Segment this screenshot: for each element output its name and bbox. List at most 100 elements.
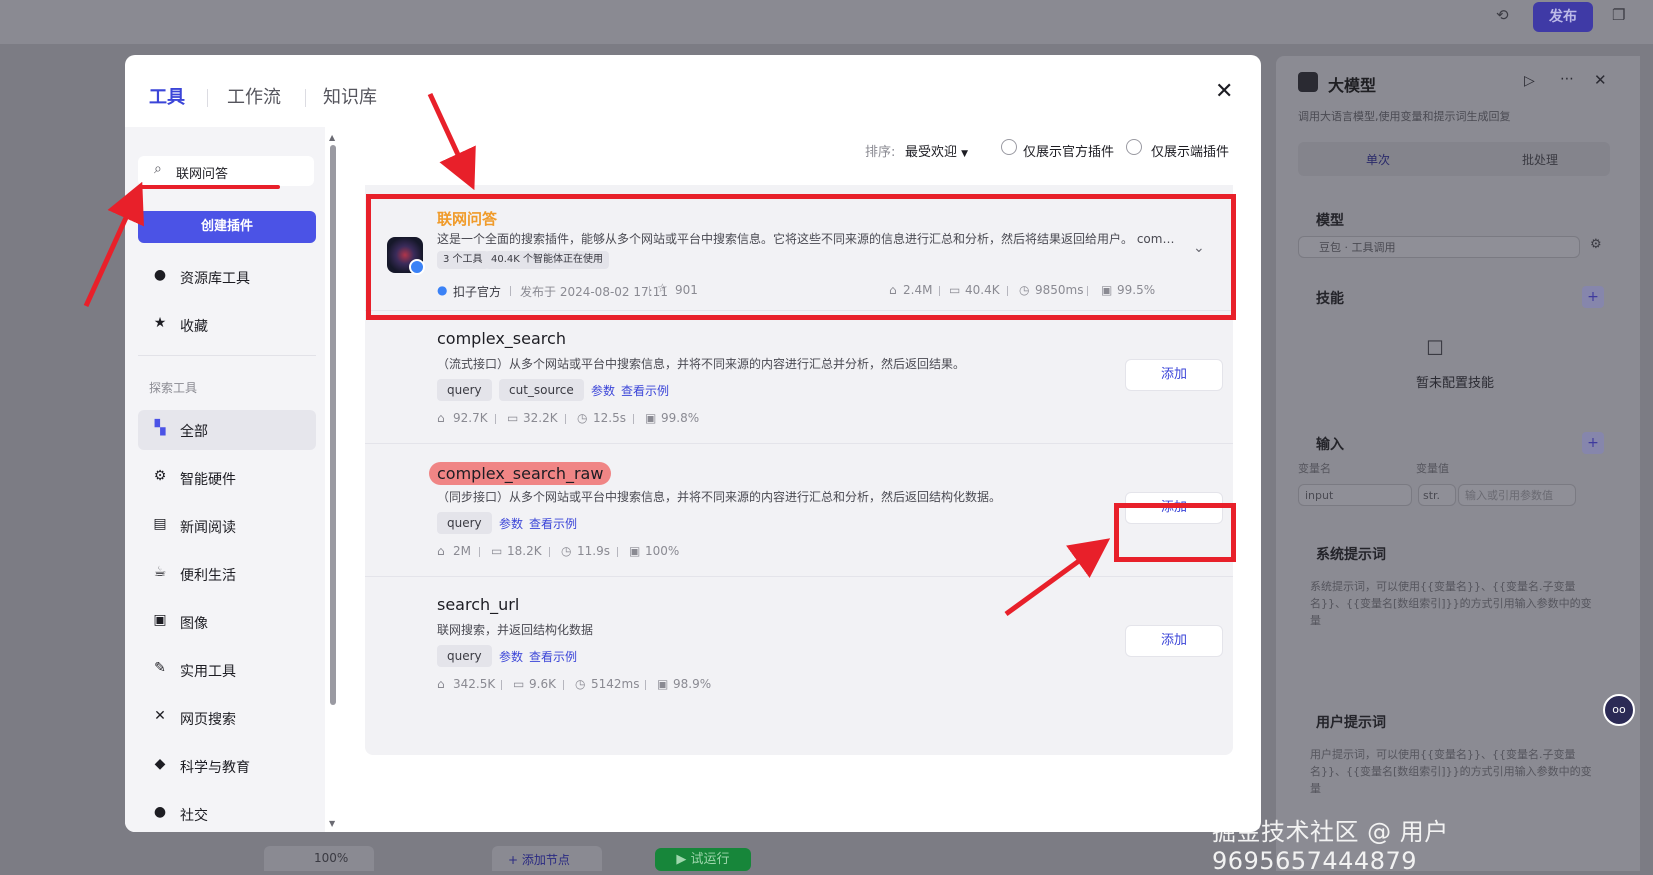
input-value-field[interactable]: 输入或引用参数值 (1458, 484, 1576, 506)
category-web-search[interactable]: ✕ 网页搜索 (138, 698, 316, 738)
example-link[interactable]: 查看示例 (529, 648, 577, 665)
sidebar-divider (138, 355, 316, 356)
add-node-label: + 添加节点 (508, 853, 570, 867)
network-icon: ✕ (154, 708, 166, 724)
close-icon[interactable]: ✕ (1215, 79, 1233, 104)
tool-description: 联网搜索，并返回结构化数据 (437, 623, 594, 637)
endpoint-only-label[interactable]: 仅展示端插件 (1151, 141, 1229, 160)
category-label: 图像 (180, 616, 208, 632)
left-sidebar: ⌕ 创建插件 ● 资源库工具 ★ 收藏 探索工具 ▚ 全部 ⚙ 智能硬件 ▤ 新… (125, 127, 325, 832)
input-type-select[interactable]: str. (1418, 484, 1456, 506)
example-link[interactable]: 查看示例 (621, 382, 669, 399)
nav-library-tools[interactable]: ● 资源库工具 (138, 257, 316, 297)
param-tag: query (437, 379, 492, 401)
publish-button[interactable]: 发布 (1533, 2, 1593, 32)
param-tag: cut_source (499, 379, 584, 401)
sidebar-scrollbar[interactable]: ▲ ▼ (329, 133, 337, 832)
params-link[interactable]: 参数 (499, 648, 523, 665)
params-link[interactable]: 参数 (591, 382, 615, 399)
example-link[interactable]: 查看示例 (529, 515, 577, 532)
category-all[interactable]: ▚ 全部 (138, 410, 316, 450)
category-label: 科学与教育 (180, 760, 250, 776)
zoom-control[interactable]: 100% (264, 846, 374, 871)
category-news[interactable]: ▤ 新闻阅读 (138, 506, 316, 546)
category-life[interactable]: ☕ 便利生活 (138, 554, 316, 594)
play-icon[interactable]: ▷ (1524, 73, 1535, 89)
sort-select[interactable]: 最受欢迎 ▼ (905, 141, 968, 160)
scroll-down-icon[interactable]: ▼ (329, 819, 335, 828)
scroll-up-icon[interactable]: ▲ (329, 133, 335, 142)
skills-section-title: 技能 (1316, 291, 1344, 307)
chat-icon: ▭ (491, 544, 503, 558)
panel-close-icon[interactable]: ✕ (1594, 71, 1607, 89)
nav-favorites[interactable]: ★ 收藏 (138, 305, 316, 345)
mode-segment: 单次 批处理 (1298, 142, 1610, 176)
endpoint-only-radio[interactable] (1126, 139, 1142, 155)
add-skill-icon[interactable]: + (1582, 286, 1604, 308)
caret-down-icon: ▼ (961, 149, 969, 159)
system-prompt-placeholder[interactable]: 系统提示词，可以使用{{变量名}}、{{变量名.子变量名}}、{{变量名[数组索… (1310, 578, 1600, 638)
success-icon: ▣ (645, 411, 657, 425)
tab-knowledge[interactable]: 知识库 (323, 83, 377, 109)
tool-item: complex_search （流式接口）从多个网站或平台中搜索信息，并将不同来… (365, 310, 1233, 444)
tab-workflow[interactable]: 工作流 (227, 83, 281, 109)
watermark: 掘金技术社区 @ 用户9695657444879 (1212, 818, 1449, 875)
param-tag: query (437, 645, 492, 667)
category-smart-hardware[interactable]: ⚙ 智能硬件 (138, 458, 316, 498)
user-prompt-placeholder[interactable]: 用户提示词，可以使用{{变量名}}、{{变量名.子变量名}}、{{变量名[数组索… (1310, 746, 1600, 806)
annotation-box-plugin (366, 194, 1236, 320)
search-box[interactable]: ⌕ (138, 156, 314, 186)
chip-icon: ⚙ (153, 468, 167, 484)
category-social[interactable]: ● 社交 (138, 794, 316, 832)
params-link[interactable]: 参数 (499, 515, 523, 532)
input-name-field[interactable]: input (1298, 484, 1412, 506)
assistant-bubble-icon[interactable]: oo (1603, 694, 1635, 726)
history-icon[interactable]: ⟲ (1496, 6, 1509, 24)
tab-divider (305, 89, 306, 107)
add-input-icon[interactable]: + (1582, 432, 1604, 454)
chat-icon: ▭ (513, 677, 525, 691)
tab-tools[interactable]: 工具 (149, 83, 185, 109)
category-education[interactable]: ◆ 科学与教育 (138, 746, 316, 786)
add-node-button[interactable]: + 添加节点 (492, 846, 602, 871)
user-prompt-title: 用户提示词 (1316, 715, 1386, 731)
cup-icon: ☕ (153, 564, 167, 580)
tool-stat-bots: 18.2K (507, 544, 542, 558)
panel-title: 大模型 (1328, 76, 1377, 95)
app-topbar (0, 0, 1653, 44)
category-utility[interactable]: ✎ 实用工具 (138, 650, 316, 690)
settings-icon[interactable]: ⚙ (1590, 237, 1602, 252)
official-only-radio[interactable] (1001, 139, 1017, 155)
official-only-label[interactable]: 仅展示官方插件 (1023, 141, 1114, 160)
add-tool-button[interactable]: 添加 (1125, 625, 1223, 657)
copy-icon[interactable]: ❐ (1612, 6, 1625, 24)
tool-item: search_url 联网搜索，并返回结构化数据 query 参数 查看示例 ⌂… (365, 576, 1233, 710)
scroll-thumb[interactable] (330, 145, 336, 705)
stat-divider (645, 680, 646, 690)
user-icon: ● (153, 267, 167, 283)
model-select[interactable]: 豆包 · 工具调用 (1298, 236, 1580, 258)
search-input[interactable] (174, 160, 308, 184)
stat-divider (549, 547, 550, 557)
category-label: 实用工具 (180, 664, 236, 680)
create-plugin-button[interactable]: 创建插件 (138, 211, 316, 243)
clock-icon: ◷ (561, 544, 572, 558)
social-icon: ● (153, 804, 167, 820)
category-image[interactable]: ▣ 图像 (138, 602, 316, 642)
graduation-icon: ◆ (154, 756, 166, 772)
model-section-title: 模型 (1316, 213, 1344, 229)
add-tool-button[interactable]: 添加 (1125, 359, 1223, 391)
input-section-title: 输入 (1316, 437, 1344, 453)
sort-label: 排序: (865, 145, 896, 160)
image-icon: ▣ (153, 612, 167, 628)
test-run-button[interactable]: ▶ 试运行 (655, 848, 751, 871)
segment-batch[interactable]: 批处理 (1522, 151, 1558, 168)
tool-stat-calls: 92.7K (453, 411, 488, 425)
more-icon[interactable]: ⋯ (1560, 71, 1574, 87)
segment-single[interactable]: 单次 (1366, 151, 1390, 168)
zoom-value: 100% (314, 851, 349, 865)
search-icon: ⌕ (154, 161, 162, 177)
category-label: 便利生活 (180, 568, 236, 584)
nav-label: 收藏 (180, 319, 208, 335)
chat-icon: ▭ (507, 411, 519, 425)
